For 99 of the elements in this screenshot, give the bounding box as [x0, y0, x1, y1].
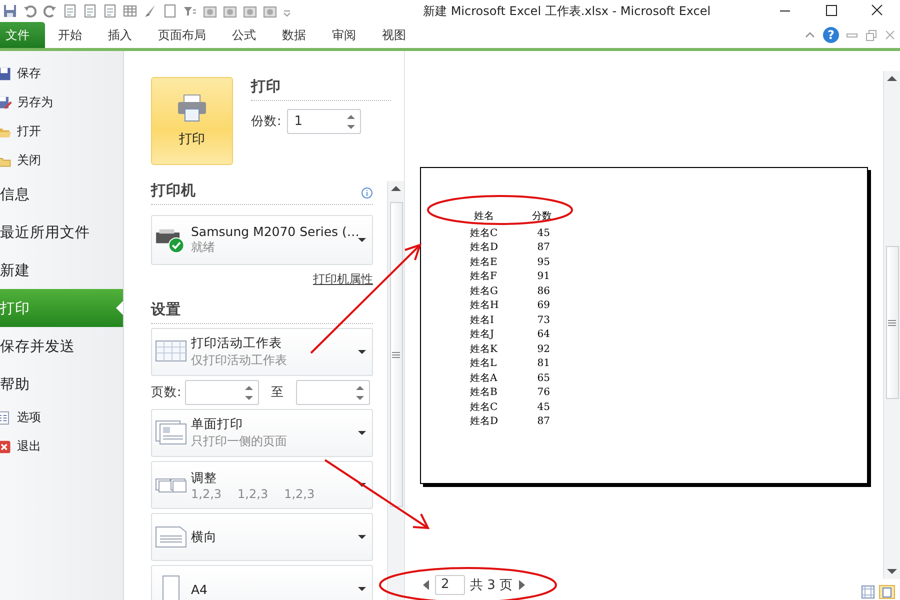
table-cell-text: 86	[536, 284, 550, 298]
settings-dropdown[interactable]: 横向	[151, 513, 373, 561]
table-cell-text: 45	[536, 400, 550, 414]
table-cell-text: 姓名D	[470, 241, 500, 255]
sidebar-item[interactable]: 选项	[0, 403, 123, 432]
table-cell-text: 姓名L	[470, 357, 498, 371]
ribbon-tab[interactable]: 页面布局	[145, 22, 219, 48]
table-cell-text: 91	[536, 270, 550, 284]
toolbar-icon[interactable]	[223, 4, 237, 18]
zoom-to-page-icon[interactable]	[879, 585, 895, 599]
sidebar-item[interactable]: 打印	[0, 289, 123, 327]
pages-label: 页数:	[151, 384, 182, 401]
floppy-disk-pencil-icon	[0, 94, 12, 110]
sidebar-item[interactable]: 保存	[0, 59, 123, 88]
table-cell-text: 姓名D	[470, 415, 500, 429]
table-cell-text: 姓名F	[470, 270, 498, 284]
previous-page-icon[interactable]	[422, 580, 430, 590]
window-title: 新建 Microsoft Excel 工作表.xlsx - Microsoft Excel	[423, 2, 712, 20]
table-cell-text: 81	[536, 357, 550, 371]
table-cell-text: 87	[536, 415, 550, 429]
toolbar-icon[interactable]	[203, 4, 217, 18]
table-cell-text: 65	[536, 372, 550, 386]
section-heading: 设置	[151, 300, 373, 324]
settings-dropdown[interactable]: 打印活动工作表 仅打印活动工作表	[151, 328, 373, 376]
grip-icon	[392, 352, 400, 358]
document-icon[interactable]	[83, 4, 97, 18]
table-cell-text: 姓名C	[470, 226, 499, 240]
ribbon-tab[interactable]: 数据	[269, 22, 319, 48]
copies-label: 份数:	[251, 113, 282, 130]
table-cell-text: 姓名G	[470, 284, 499, 298]
to-label: 至	[271, 384, 284, 401]
sidebar-item[interactable]: 打开	[0, 117, 123, 146]
section-heading: 打印	[251, 77, 391, 101]
table-cell-text: 92	[536, 342, 550, 356]
grip-icon	[888, 320, 896, 326]
redo-icon[interactable]	[43, 4, 57, 18]
page-number-field[interactable]: 2	[435, 575, 465, 595]
sidebar-item[interactable]: 另存为	[0, 88, 123, 117]
undo-icon[interactable]	[23, 4, 37, 18]
ribbon-tab[interactable]: 开始	[45, 22, 95, 48]
document-list-icon	[0, 410, 12, 426]
toolbar-icon[interactable]	[263, 4, 277, 18]
printer-dropdown[interactable]: Samsung M2070 Series (… 就绪	[151, 215, 373, 265]
filter-icon[interactable]	[183, 4, 197, 18]
table-cell-text: 姓名A	[470, 372, 498, 386]
column-header: 分数	[531, 210, 550, 224]
sidebar-item[interactable]: 信息	[0, 175, 123, 213]
table-cell-text: 64	[536, 328, 550, 342]
print-button[interactable]: 打印	[151, 77, 233, 165]
table-cell-text: 45	[536, 226, 550, 240]
table-cell-text: 姓名K	[470, 342, 499, 356]
help-icon[interactable]: ?	[823, 27, 839, 43]
sidebar-item[interactable]: 新建	[0, 251, 123, 289]
sidebar-item[interactable]: 最近所用文件	[0, 213, 123, 251]
document-icon[interactable]	[63, 4, 77, 18]
printer-icon	[177, 94, 207, 122]
page-count: 共 3 页	[470, 577, 513, 594]
table-cell-text: 69	[536, 299, 550, 313]
table-cell-text: 姓名C	[470, 400, 499, 414]
copies-spinner[interactable]: 1	[287, 109, 362, 134]
sidebar-item[interactable]: 退出	[0, 432, 123, 461]
section-heading: 打印机	[151, 182, 196, 201]
table-cell-text: 95	[536, 256, 550, 270]
ribbon-tab[interactable]: 插入	[95, 22, 145, 48]
document-icon[interactable]	[163, 4, 177, 18]
table-cell-text: 76	[536, 386, 550, 400]
settings-dropdown[interactable]: A4	[151, 565, 373, 600]
sidebar-item[interactable]: 保存并发送	[0, 327, 123, 365]
ribbon-tab[interactable]: 审阅	[319, 22, 369, 48]
close-icon	[0, 438, 12, 454]
save-icon[interactable]	[3, 4, 17, 18]
column-header: 姓名	[473, 210, 495, 224]
info-icon[interactable]	[361, 186, 373, 198]
settings-dropdown[interactable]: 调整 1,2,3 1,2,3 1,2,3	[151, 461, 373, 509]
restore-icon[interactable]	[865, 29, 877, 41]
ribbon-tab[interactable]: 视图	[369, 22, 419, 48]
ribbon-tab[interactable]: 公式	[219, 22, 269, 48]
table-cell-text: 73	[536, 314, 550, 328]
table-cell-text: 姓名J	[470, 328, 496, 342]
settings-dropdown[interactable]: 单面打印 只打印一侧的页面	[151, 409, 373, 457]
table-cell-text: 姓名H	[470, 299, 500, 313]
scrollbar-thumb[interactable]	[886, 246, 898, 399]
scrollbar[interactable]	[387, 181, 404, 600]
table-icon[interactable]	[123, 4, 137, 18]
brush-icon[interactable]	[143, 4, 157, 18]
table-cell-text: 姓名I	[470, 314, 495, 328]
next-page-icon[interactable]	[518, 580, 526, 590]
table-cell-text: 87	[536, 241, 550, 255]
scrollbar-thumb[interactable]	[390, 202, 402, 507]
sidebar-item[interactable]: 关闭	[0, 146, 123, 175]
printer-properties-link[interactable]: 打印机属性	[313, 271, 373, 288]
sidebar-item[interactable]: 帮助	[0, 365, 123, 403]
toolbar-icon[interactable]	[243, 4, 257, 18]
table-cell-text: 姓名E	[470, 256, 498, 270]
scrollbar[interactable]	[883, 71, 900, 579]
show-margins-icon[interactable]	[861, 585, 875, 599]
table-cell-text: 姓名B	[470, 386, 498, 400]
document-icon[interactable]	[103, 4, 117, 18]
ribbon-tab[interactable]: 文件	[0, 22, 45, 48]
